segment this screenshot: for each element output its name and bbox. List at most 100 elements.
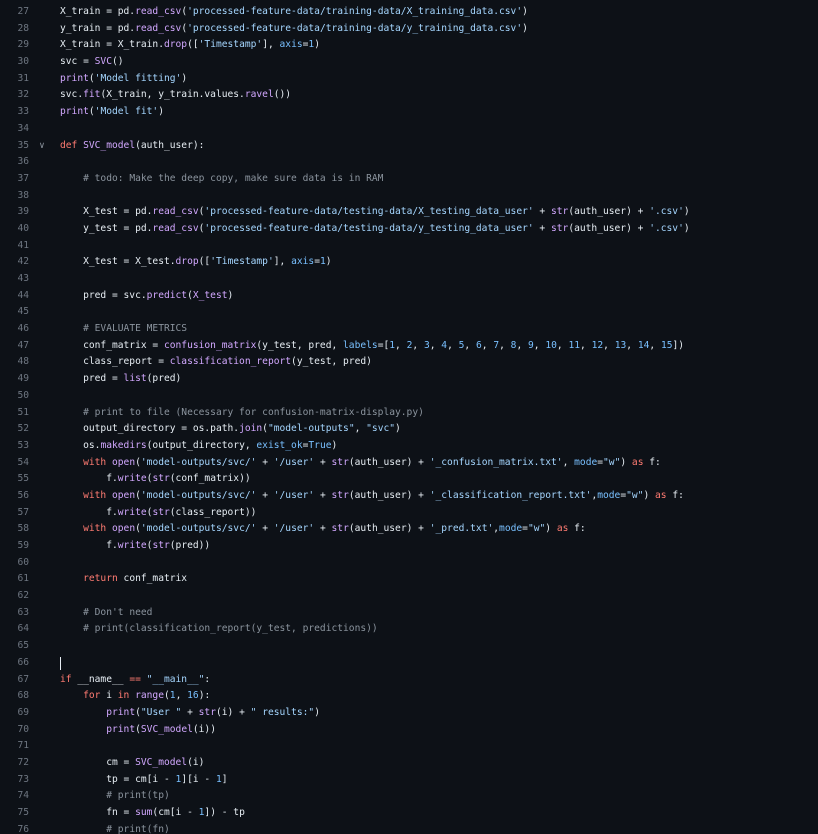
code-token: '_classification_report.txt' <box>429 489 592 501</box>
line-number: 45 <box>17 306 29 318</box>
code-line[interactable]: 58 with open('model-outputs/svc/' + '/us… <box>0 521 818 538</box>
code-line[interactable]: 74 # print(tp) <box>0 788 818 805</box>
code-token: ) <box>325 256 332 268</box>
code-line[interactable]: 67 if __name__ == "__main__": <box>0 672 818 689</box>
code-token: # print(fn) <box>106 823 170 834</box>
code-line[interactable]: 42 X_test = X_test.drop(['Timestamp'], a… <box>0 254 818 271</box>
code-line[interactable]: 71 <box>0 738 818 755</box>
code-line[interactable]: 35 ∨ def SVC_model(auth_user): <box>0 138 818 155</box>
code-token: with <box>83 456 112 468</box>
code-line[interactable]: 60 <box>0 555 818 572</box>
code-token: + <box>314 456 332 468</box>
code-token: SVC_model <box>140 723 193 735</box>
code-line[interactable]: 46 # EVALUATE METRICS <box>0 321 818 338</box>
code-line[interactable]: 44 pred = svc.predict(X_test) <box>0 288 818 305</box>
code-line[interactable]: 53 os.makedirs(output_directory, exist_o… <box>0 438 818 455</box>
code-text: print(SVC_model(i)) <box>60 722 216 739</box>
code-line[interactable]: 49 pred = list(pred) <box>0 371 818 388</box>
code-line[interactable]: 40 y_test = pd.read_csv('processed-featu… <box>0 221 818 238</box>
code-line[interactable]: 30 svc = SVC() <box>0 54 818 71</box>
code-text: for i in range(1, 16): <box>60 688 210 705</box>
code-token: f. <box>60 473 118 485</box>
code-line[interactable]: 28 y_train = pd.read_csv('processed-featu… <box>0 21 818 38</box>
code-line[interactable]: 55 f.write(str(conf_matrix)) <box>0 471 818 488</box>
code-token: , <box>429 339 442 351</box>
code-token: () <box>111 56 124 68</box>
code-text: return conf_matrix <box>60 571 187 588</box>
code-token: "w" <box>527 523 546 535</box>
code-line[interactable]: 52 output_directory = os.path.join("mode… <box>0 421 818 438</box>
code-line[interactable]: 50 <box>0 388 818 405</box>
code-line[interactable]: 48 class_report = classification_report(… <box>0 354 818 371</box>
code-token: SVC <box>94 56 112 68</box>
code-line[interactable]: 68 for i in range(1, 16): <box>0 688 818 705</box>
line-number: 40 <box>17 222 29 234</box>
code-line[interactable]: 69 print("User " + str(i) + " results:") <box>0 705 818 722</box>
code-text: tp = cm[i - 1][i - 1] <box>60 772 227 789</box>
code-line[interactable]: 73 tp = cm[i - 1][i - 1] <box>0 772 818 789</box>
code-line[interactable]: 33 print('Model fit') <box>0 104 818 121</box>
code-token: axis <box>279 39 303 51</box>
line-number: 66 <box>17 656 29 668</box>
code-line[interactable]: 39 X_test = pd.read_csv('processed-featu… <box>0 204 818 221</box>
code-line[interactable]: 66 <box>0 655 818 672</box>
code-line[interactable]: 43 <box>0 271 818 288</box>
code-line[interactable]: 32 svc.fit(X_train, y_train.values.ravel(… <box>0 87 818 104</box>
code-line[interactable]: 76 # print(fn) <box>0 822 818 834</box>
code-token: fit <box>83 89 101 101</box>
code-line[interactable]: 56 with open('model-outputs/svc/' + '/us… <box>0 488 818 505</box>
chevron-down-icon[interactable]: ∨ <box>38 138 46 155</box>
code-token: open <box>112 489 136 501</box>
code-token: X_train = X_train. <box>60 39 164 51</box>
code-token: print <box>60 72 89 84</box>
code-lines[interactable]: 27 X_train = pd.read_csv('processed-featu… <box>0 4 818 834</box>
code-token: (conf_matrix)) <box>169 473 251 485</box>
code-line[interactable]: 70 print(SVC_model(i)) <box>0 722 818 739</box>
code-token: pred = <box>60 373 124 385</box>
code-line[interactable]: 37 # todo: Make the deep copy, make sure… <box>0 171 818 188</box>
code-line[interactable]: 63 # Don't need <box>0 605 818 622</box>
line-number: 37 <box>17 172 29 184</box>
code-token: '_pred.txt' <box>429 523 494 535</box>
code-line[interactable]: 54 with open('model-outputs/svc/' + '/us… <box>0 455 818 472</box>
code-line[interactable]: 65 <box>0 638 818 655</box>
code-line[interactable]: 38 <box>0 188 818 205</box>
code-text: with open('model-outputs/svc/' + '/user'… <box>60 488 684 505</box>
line-number: 60 <box>17 556 29 568</box>
code-token: SVC_model <box>83 139 136 151</box>
line-number: 49 <box>17 373 29 385</box>
code-line[interactable]: 62 <box>0 588 818 605</box>
line-number: 55 <box>17 473 29 485</box>
code-token: , <box>580 339 592 351</box>
code-line[interactable]: 57 f.write(str(class_report)) <box>0 505 818 522</box>
code-text: class_report = classification_report(y_t… <box>60 354 372 371</box>
code-line[interactable]: 61 return conf_matrix <box>0 571 818 588</box>
code-line[interactable]: 41 <box>0 238 818 255</box>
line-number: 50 <box>17 389 29 401</box>
code-line[interactable]: 47 conf_matrix = confusion_matrix(y_test… <box>0 338 818 355</box>
code-token: True <box>308 439 332 451</box>
code-line[interactable]: 31 print('Model fitting') <box>0 71 818 88</box>
code-token: : <box>204 673 211 685</box>
code-line[interactable]: 34 <box>0 121 818 138</box>
code-token: ([ <box>187 39 199 51</box>
code-line[interactable]: 64 # print(classification_report(y_test,… <box>0 621 818 638</box>
code-token: 'processed-feature-data/training-data/y_… <box>187 22 523 34</box>
code-token: # print(classification_report(y_test, pr… <box>83 623 378 635</box>
code-line[interactable]: 51 # print to file (Necessary for confus… <box>0 405 818 422</box>
line-number: 36 <box>17 156 29 168</box>
code-line[interactable]: 75 fn = sum(cm[i - 1]) - tp <box>0 805 818 822</box>
code-line[interactable]: 29 X_train = X_train.drop(['Timestamp'], … <box>0 37 818 54</box>
code-line[interactable]: 59 f.write(str(pred)) <box>0 538 818 555</box>
code-editor[interactable]: 27 X_train = pd.read_csv('processed-featu… <box>0 0 818 834</box>
code-line[interactable]: 36 <box>0 154 818 171</box>
code-token: 'model-outputs/svc/' <box>140 456 257 468</box>
line-number: 51 <box>17 406 29 418</box>
code-line[interactable]: 45 <box>0 304 818 321</box>
code-token: if <box>60 673 78 685</box>
code-line[interactable]: 27 X_train = pd.read_csv('processed-featu… <box>0 4 818 21</box>
code-token: # todo: Make the deep copy, make sure da… <box>83 172 384 184</box>
code-token: , <box>395 339 407 351</box>
code-token: __name__ <box>77 673 130 685</box>
code-line[interactable]: 72 cm = SVC_model(i) <box>0 755 818 772</box>
